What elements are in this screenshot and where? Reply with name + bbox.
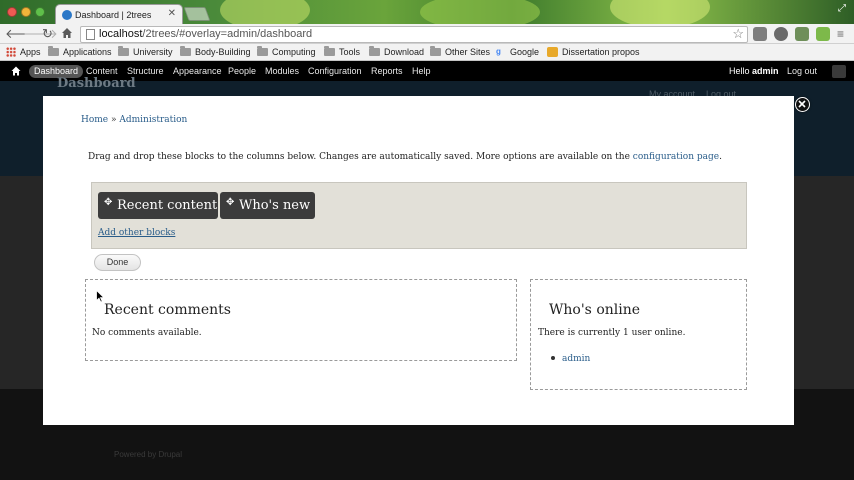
move-icon[interactable]: ✥ bbox=[226, 192, 235, 214]
toolbar-reports[interactable]: Reports bbox=[371, 61, 403, 81]
done-button[interactable]: Done bbox=[94, 254, 141, 271]
whos-online-text: There is currently 1 user online. bbox=[538, 328, 686, 338]
close-window-icon[interactable] bbox=[7, 7, 17, 17]
folder-icon bbox=[118, 46, 129, 56]
bookmark-body-building[interactable]: Body-Building bbox=[180, 46, 251, 57]
configuration-page-link[interactable]: configuration page bbox=[633, 152, 719, 162]
address-bar[interactable]: localhost/2trees/#overlay=admin/dashboar… bbox=[80, 26, 748, 43]
block-whos-new[interactable]: ✥ Who's new bbox=[220, 192, 315, 219]
breadcrumb-separator: » bbox=[108, 115, 120, 125]
page-icon bbox=[86, 29, 95, 40]
list-bullet bbox=[551, 356, 555, 360]
background-powered-by: Powered by Drupal bbox=[114, 450, 183, 459]
evernote-icon[interactable] bbox=[816, 27, 830, 41]
add-other-blocks-link[interactable]: Add other blocks bbox=[98, 228, 175, 238]
logout-link[interactable]: Log out bbox=[787, 61, 817, 81]
bookmark-dissertation[interactable]: Dissertation propos bbox=[547, 47, 640, 57]
online-user-link[interactable]: admin bbox=[562, 354, 590, 364]
decorative-leaf bbox=[420, 0, 540, 24]
bookmark-star-icon[interactable]: ☆ bbox=[732, 26, 744, 42]
folder-icon bbox=[257, 46, 268, 56]
breadcrumb: Home » Administration bbox=[81, 115, 187, 125]
folder-icon bbox=[324, 46, 335, 56]
recent-comments-title: Recent comments bbox=[104, 302, 231, 318]
minimize-window-icon[interactable] bbox=[21, 7, 31, 17]
block-recent-content[interactable]: ✥ Recent content bbox=[98, 192, 218, 219]
new-tab-button[interactable] bbox=[183, 7, 211, 21]
mouse-cursor-icon bbox=[96, 290, 105, 303]
bookmark-university[interactable]: University bbox=[118, 46, 173, 57]
bookmark-google[interactable]: g Google bbox=[496, 47, 539, 57]
gear-icon[interactable] bbox=[774, 27, 788, 41]
folder-icon bbox=[430, 46, 441, 56]
fullscreen-icon[interactable]: ⤢ bbox=[838, 3, 846, 14]
folder-icon bbox=[48, 46, 59, 56]
drupal-favicon-icon bbox=[62, 10, 72, 20]
toolbar-help[interactable]: Help bbox=[412, 61, 431, 81]
toolbar-people[interactable]: People bbox=[228, 61, 256, 81]
tab-title: Dashboard | 2trees bbox=[75, 10, 152, 20]
whos-online-title: Who's online bbox=[549, 302, 641, 318]
breadcrumb-administration[interactable]: Administration bbox=[119, 115, 187, 125]
recent-comments-text: No comments available. bbox=[92, 328, 202, 338]
bookmark-download[interactable]: Download bbox=[369, 46, 424, 57]
home-icon[interactable] bbox=[61, 27, 73, 43]
overlay-close-button[interactable] bbox=[795, 97, 810, 112]
folder-icon bbox=[369, 46, 380, 56]
browser-toolbar: 🡐 🡒 ↻ localhost/2trees/#overlay=admin/da… bbox=[0, 24, 854, 44]
browser-tab-bar: Dashboard | 2trees ✕ ⤢ bbox=[0, 0, 854, 24]
apps-grid-icon bbox=[6, 47, 16, 57]
browser-tab[interactable]: Dashboard | 2trees ✕ bbox=[55, 4, 183, 24]
toolbar-configuration[interactable]: Configuration bbox=[308, 61, 362, 81]
user-greeting: Hello admin bbox=[729, 66, 779, 76]
home-icon[interactable] bbox=[11, 66, 21, 76]
toolbar-modules[interactable]: Modules bbox=[265, 61, 299, 81]
abp-icon[interactable] bbox=[753, 27, 767, 41]
username-link[interactable]: admin bbox=[752, 66, 779, 76]
gmail-icon bbox=[547, 47, 558, 57]
decorative-leaf bbox=[610, 0, 710, 24]
address-url: localhost/2trees/#overlay=admin/dashboar… bbox=[99, 28, 313, 40]
toolbar-appearance[interactable]: Appearance bbox=[173, 61, 222, 81]
menu-icon[interactable]: ≡ bbox=[837, 27, 851, 41]
close-icon bbox=[798, 100, 806, 108]
google-icon: g bbox=[496, 47, 501, 56]
bookmark-apps[interactable]: Apps bbox=[6, 47, 41, 57]
bookmark-computing[interactable]: Computing bbox=[257, 46, 316, 57]
bookmark-other-sites[interactable]: Other Sites bbox=[430, 46, 490, 57]
decorative-leaf bbox=[220, 0, 310, 24]
puzzle-icon[interactable] bbox=[795, 27, 809, 41]
toolbar-drawer-toggle[interactable] bbox=[832, 65, 846, 78]
reload-icon[interactable]: ↻ bbox=[42, 26, 53, 42]
bookmark-applications[interactable]: Applications bbox=[48, 46, 112, 57]
folder-icon bbox=[180, 46, 191, 56]
intro-text: Drag and drop these blocks to the column… bbox=[88, 152, 722, 162]
bookmark-tools[interactable]: Tools bbox=[324, 46, 360, 57]
zoom-window-icon[interactable] bbox=[35, 7, 45, 17]
background-page-title: Dashboard bbox=[57, 76, 136, 91]
tab-close-icon[interactable]: ✕ bbox=[168, 8, 176, 19]
move-icon[interactable]: ✥ bbox=[104, 192, 113, 214]
dashboard-main-region bbox=[85, 279, 517, 361]
bookmarks-bar: Apps Applications University Body-Buildi… bbox=[0, 44, 854, 61]
breadcrumb-home[interactable]: Home bbox=[81, 115, 108, 125]
